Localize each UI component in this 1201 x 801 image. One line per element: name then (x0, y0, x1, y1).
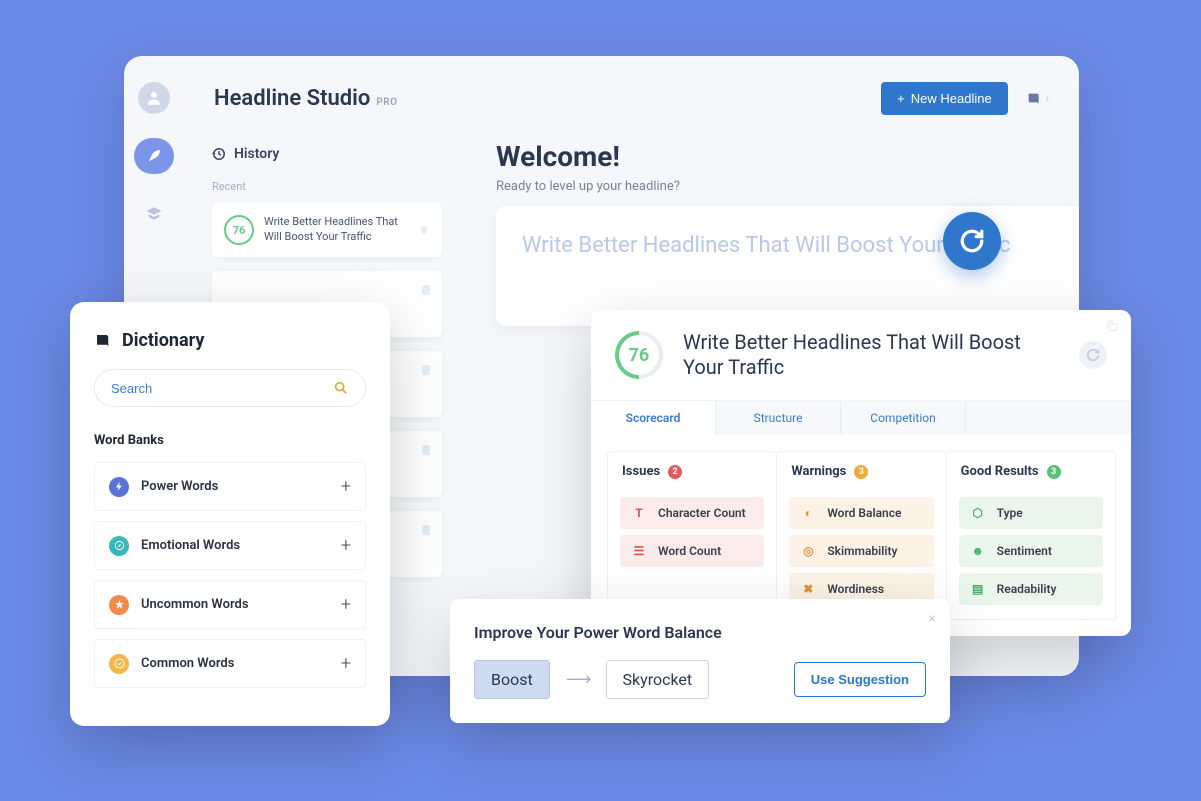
header: Headline Studio PRO + New Headline › (214, 82, 1049, 115)
recent-headline-title: Write Better Headlines That Will Boost Y… (264, 215, 408, 245)
app-title: Headline Studio (214, 86, 370, 111)
refresh-icon-small[interactable] (1079, 341, 1107, 369)
chip-character-count[interactable]: TCharacter Count (620, 497, 764, 529)
chip-readability[interactable]: ▤Readability (959, 573, 1103, 605)
check-circle-icon (109, 654, 129, 674)
arrow-right-icon: ⟶ (566, 669, 590, 690)
nav-education[interactable] (138, 198, 170, 230)
chip-sentiment[interactable]: ☻Sentiment (959, 535, 1103, 567)
chip-skimmability[interactable]: ◎Skimmability (789, 535, 933, 567)
scorecard-tabs: Scorecard Structure Competition (591, 401, 1131, 435)
tab-structure[interactable]: Structure (716, 401, 841, 435)
recent-headline-card[interactable]: 76 Write Better Headlines That Will Boos… (212, 203, 442, 257)
wordbank-uncommon[interactable]: Uncommon Words + (94, 580, 366, 629)
star-icon (109, 595, 129, 615)
search-icon (333, 380, 349, 396)
warnings-column: Warnings 3 ◐Word Balance ◎Skimmability ✖… (776, 451, 946, 620)
expand-icon: + (341, 476, 351, 497)
tab-competition[interactable]: Competition (841, 401, 966, 435)
history-header: History (212, 146, 442, 162)
suggestion-panel: × Improve Your Power Word Balance Boost … (450, 599, 950, 723)
issues-column: Issues 2 TCharacter Count ☰Word Count (607, 451, 777, 620)
score-circle-large: 76 (605, 321, 673, 389)
wordbanks-title: Word Banks (94, 433, 366, 448)
trash-icon[interactable] (418, 221, 430, 240)
refresh-fab[interactable] (943, 212, 1001, 270)
wordbank-label: Common Words (141, 656, 234, 671)
chip-type[interactable]: ⬡Type (959, 497, 1103, 529)
search-input[interactable] (111, 381, 333, 396)
scorecard-panel: 76 Write Better Headlines That Will Boos… (591, 310, 1131, 636)
welcome-subtitle: Ready to level up your headline? (496, 179, 680, 194)
nav-feather[interactable] (134, 138, 174, 174)
issues-title: Issues (622, 464, 660, 479)
chevron-right-icon: › (1046, 92, 1049, 105)
issues-count: 2 (668, 465, 682, 479)
tab-scorecard[interactable]: Scorecard (591, 401, 716, 435)
good-count: 3 (1047, 465, 1061, 479)
wordbank-label: Uncommon Words (141, 597, 249, 612)
copy-icon[interactable] (1105, 318, 1119, 337)
warnings-title: Warnings (791, 464, 846, 479)
wordbank-emotional[interactable]: Emotional Words + (94, 521, 366, 570)
recent-label: Recent (212, 180, 442, 193)
tab-spacer (966, 401, 1131, 435)
welcome-title: Welcome! (496, 140, 680, 173)
avatar[interactable] (138, 82, 170, 114)
expand-icon: + (341, 535, 351, 556)
chip-word-balance[interactable]: ◐Word Balance (789, 497, 933, 529)
scorecard-headline: Write Better Headlines That Will Boost Y… (683, 330, 1059, 380)
dictionary-panel: Dictionary Word Banks Power Words + Emot… (70, 302, 390, 726)
pro-badge: PRO (376, 97, 397, 108)
suggestion-to: Skyrocket (606, 660, 710, 699)
new-headline-label: New Headline (911, 91, 992, 106)
score-circle: 76 (224, 215, 254, 245)
new-headline-button[interactable]: + New Headline (881, 82, 1008, 115)
warnings-count: 3 (854, 465, 868, 479)
good-title: Good Results (961, 464, 1039, 479)
chip-word-count[interactable]: ☰Word Count (620, 535, 764, 567)
wordbank-label: Emotional Words (141, 538, 240, 553)
expand-icon: + (341, 653, 351, 674)
good-column: Good Results 3 ⬡Type ☻Sentiment ▤Readabi… (946, 451, 1116, 620)
bolt-icon (109, 477, 129, 497)
wordbank-power[interactable]: Power Words + (94, 462, 366, 511)
history-icon (212, 147, 226, 161)
close-icon[interactable]: × (929, 611, 936, 627)
expand-icon: + (341, 594, 351, 615)
history-title: History (234, 146, 279, 162)
wordbank-label: Power Words (141, 479, 218, 494)
use-suggestion-button[interactable]: Use Suggestion (794, 662, 926, 697)
wordbank-common[interactable]: Common Words + (94, 639, 366, 688)
book-icon (94, 332, 112, 350)
welcome-block: Welcome! Ready to level up your headline… (496, 140, 680, 194)
dictionary-title: Dictionary (122, 330, 204, 351)
search-field[interactable] (94, 369, 366, 407)
compass-icon (109, 536, 129, 556)
refresh-icon (959, 228, 985, 254)
suggestion-title: Improve Your Power Word Balance (474, 623, 926, 642)
suggestion-from: Boost (474, 660, 550, 699)
library-toggle[interactable]: › (1026, 91, 1049, 107)
plus-icon: + (897, 91, 905, 106)
